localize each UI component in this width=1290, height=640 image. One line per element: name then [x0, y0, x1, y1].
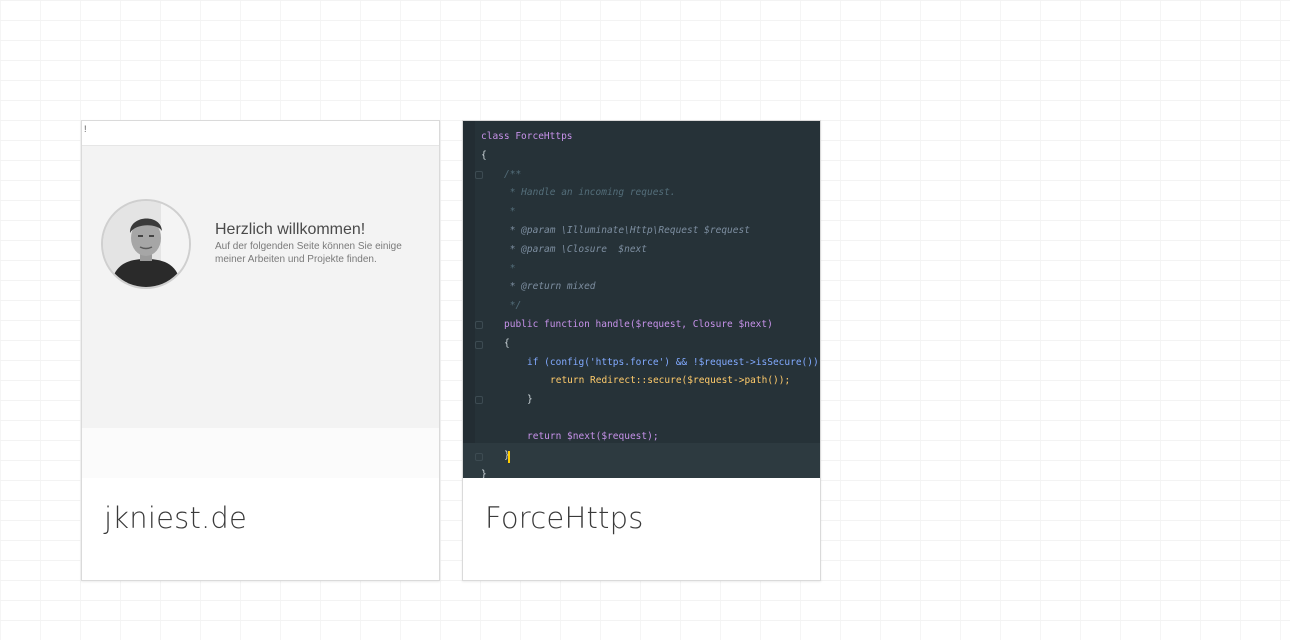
- code-line: class ForceHttps: [481, 131, 573, 142]
- code-line: return $next($request);: [527, 431, 659, 442]
- project-card-forcehttps[interactable]: class ForceHttps { /** * Handle an incom…: [462, 120, 821, 581]
- code-line: if (config('https.force') && !$request->…: [527, 357, 819, 368]
- preview-subtext: Auf der folgenden Seite können Sie einig…: [215, 241, 402, 265]
- project-card-jkniest[interactable]: ! Herzlich willkommen! Auf der folgenden…: [81, 120, 440, 581]
- code-line: }: [527, 394, 533, 405]
- preview-topbar-mark: !: [84, 124, 87, 134]
- code-line: public function handle($request, Closure…: [504, 319, 773, 330]
- fold-marker-icon: [475, 341, 483, 349]
- preview-footer-strip: [82, 428, 439, 478]
- preview-heading: Herzlich willkommen!: [215, 221, 366, 238]
- code-line: {: [504, 338, 510, 349]
- card-title[interactable]: ForceHttps: [485, 501, 644, 535]
- code-line: * Handle an incoming request.: [504, 187, 676, 198]
- project-thumbnail[interactable]: ! Herzlich willkommen! Auf der folgenden…: [82, 121, 439, 478]
- code-line: }: [481, 469, 487, 478]
- fold-marker-icon: [475, 171, 483, 179]
- code-line: /**: [504, 169, 522, 180]
- editor-gutter: [463, 121, 475, 478]
- code-line: * @return mixed: [504, 281, 596, 292]
- fold-marker-icon: [475, 321, 483, 329]
- code-line: {: [481, 150, 487, 161]
- text-cursor: [508, 451, 510, 463]
- code-line: * @param \Closure $next: [504, 244, 647, 255]
- code-line: *: [504, 263, 516, 274]
- project-thumbnail[interactable]: class ForceHttps { /** * Handle an incom…: [463, 121, 820, 478]
- avatar: [101, 199, 191, 289]
- avatar-portrait-icon: [103, 201, 189, 287]
- editor-active-line: [463, 443, 820, 478]
- card-title[interactable]: jkniest.de: [104, 501, 247, 535]
- code-line: return Redirect::secure($request->path()…: [550, 375, 791, 386]
- code-line: */: [504, 300, 522, 311]
- code-line: * @param \Illuminate\Http\Request $reque…: [504, 225, 750, 236]
- code-line: *: [504, 206, 516, 217]
- fold-marker-icon: [475, 453, 483, 461]
- fold-marker-icon: [475, 396, 483, 404]
- preview-topbar: !: [82, 121, 439, 146]
